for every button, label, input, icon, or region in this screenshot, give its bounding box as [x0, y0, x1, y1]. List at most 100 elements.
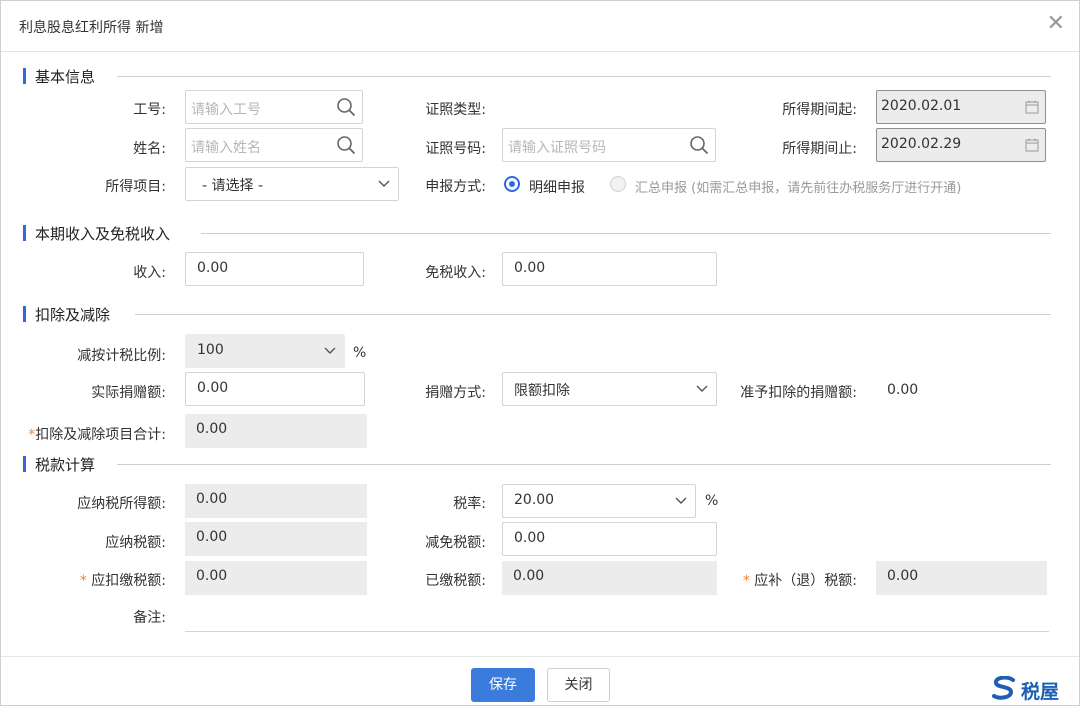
chevron-down-icon: [675, 497, 687, 504]
donation-method-label: 捐赠方式:: [425, 385, 486, 401]
period-end-label: 所得期间止:: [782, 141, 857, 157]
id-number-input[interactable]: 请输入证照号码: [502, 128, 716, 162]
tax-withheld-value: 0.00: [196, 568, 228, 584]
tax-due-label: * 应补（退）税额:: [721, 570, 857, 590]
required-marker: *: [79, 573, 87, 589]
tax-rate-label: 税率:: [453, 496, 486, 512]
close-button[interactable]: 关闭: [547, 668, 610, 702]
taxable-income-value: 0.00: [196, 491, 228, 507]
tax-ratio-select[interactable]: 100: [185, 334, 345, 368]
tax-ratio-value: 100: [197, 342, 224, 358]
tax-payable-value: 0.00: [196, 529, 228, 545]
deduction-total-label-text: 扣除及减除项目合计:: [35, 427, 166, 443]
tax-ratio-unit: %: [353, 345, 367, 361]
section-deduction: 扣除及减除: [23, 304, 1051, 324]
search-icon[interactable]: [336, 97, 356, 117]
section-divider: [135, 314, 1051, 315]
period-end-date[interactable]: 2020.02.29: [876, 128, 1046, 162]
income-item-label: 所得项目:: [105, 179, 166, 195]
section-title: 扣除及减除: [35, 306, 111, 324]
section-divider: [117, 76, 1051, 77]
section-basic-info: 基本信息: [23, 66, 1051, 86]
tax-rate-select[interactable]: 20.00: [502, 484, 696, 518]
calendar-icon[interactable]: [1025, 138, 1039, 152]
tax-free-income-label: 免税收入:: [425, 265, 486, 281]
tax-payable-field: 0.00: [185, 522, 367, 556]
actual-donation-input[interactable]: 0.00: [185, 372, 365, 406]
donation-method-select[interactable]: 限额扣除: [502, 372, 717, 406]
close-icon[interactable]: ✕: [1047, 11, 1065, 37]
tax-rate-value: 20.00: [514, 492, 555, 508]
name-input[interactable]: 请输入姓名: [185, 128, 363, 162]
section-title: 本期收入及免税收入: [35, 225, 171, 243]
chevron-down-icon: [324, 347, 336, 354]
period-end-value: 2020.02.29: [881, 136, 962, 152]
radio-detail-declare[interactable]: [504, 176, 520, 192]
dialog-title: 利息股息红利所得 新增: [19, 20, 164, 36]
section-title: 税款计算: [35, 456, 96, 474]
deduction-total-field: 0.00: [185, 414, 367, 448]
name-placeholder: 请输入姓名: [191, 140, 261, 156]
chevron-down-icon: [378, 180, 390, 187]
dialog-titlebar: 利息股息红利所得 新增 ✕: [1, 1, 1079, 52]
tax-reduction-value: 0.00: [514, 530, 546, 546]
actual-donation-label: 实际捐赠额:: [91, 385, 166, 401]
period-start-date[interactable]: 2020.02.01: [876, 90, 1046, 124]
footer-divider: [1, 656, 1079, 657]
employee-id-input[interactable]: 请输入工号: [185, 90, 363, 124]
radio-detail-label: 明细申报: [529, 180, 585, 196]
section-marker: [23, 225, 26, 241]
section-marker: [23, 456, 26, 472]
deduction-total-label: *扣除及减除项目合计:: [9, 424, 166, 444]
period-start-value: 2020.02.01: [881, 98, 962, 114]
section-divider: [117, 464, 1051, 465]
section-marker: [23, 68, 26, 84]
tax-paid-field: 0.00: [502, 561, 717, 595]
donation-method-value: 限额扣除: [514, 383, 570, 399]
tax-paid-value: 0.00: [513, 568, 545, 584]
allowed-donation-value: 0.00: [887, 382, 919, 398]
allowed-donation-label: 准予扣除的捐赠额:: [740, 385, 857, 401]
tax-due-field: 0.00: [876, 561, 1047, 595]
tax-due-value: 0.00: [887, 568, 919, 584]
income-value: 0.00: [197, 260, 229, 276]
calendar-icon[interactable]: [1025, 100, 1039, 114]
employee-id-label: 工号:: [133, 102, 166, 118]
employee-id-placeholder: 请输入工号: [191, 102, 261, 118]
save-button[interactable]: 保存: [471, 668, 535, 702]
declare-method-label: 申报方式:: [425, 179, 486, 195]
tax-free-income-input[interactable]: 0.00: [502, 252, 717, 286]
tax-withheld-label: * 应扣缴税额:: [41, 570, 166, 590]
search-icon[interactable]: [689, 135, 709, 155]
tax-ratio-label: 减按计税比例:: [77, 348, 166, 364]
radio-summary-label: 汇总申报 (如需汇总申报，请先前往办税服务厅进行开通): [635, 181, 962, 196]
search-icon[interactable]: [336, 135, 356, 155]
radio-summary-declare[interactable]: [610, 176, 626, 192]
watermark: 税屋: [991, 675, 1071, 703]
section-tax: 税款计算: [23, 454, 1051, 474]
tax-paid-label: 已缴税额:: [425, 573, 486, 589]
income-item-value: - 请选择 -: [202, 178, 264, 194]
tax-withheld-field: 0.00: [185, 561, 367, 595]
tax-payable-label: 应纳税额:: [105, 535, 166, 551]
section-title: 基本信息: [35, 68, 96, 86]
actual-donation-value: 0.00: [197, 380, 229, 396]
id-number-placeholder: 请输入证照号码: [508, 140, 606, 156]
section-divider: [201, 233, 1051, 234]
tax-free-income-value: 0.00: [514, 260, 546, 276]
remark-label: 备注:: [133, 610, 166, 626]
taxable-income-label: 应纳税所得额:: [77, 496, 166, 512]
section-marker: [23, 306, 26, 322]
income-item-select[interactable]: - 请选择 -: [185, 167, 399, 201]
taxable-income-field: 0.00: [185, 484, 367, 518]
tax-reduction-label: 减免税额:: [425, 535, 486, 551]
watermark-logo-icon: [992, 676, 1015, 700]
remark-input[interactable]: [185, 598, 1049, 632]
section-income: 本期收入及免税收入: [23, 223, 1051, 243]
tax-withheld-label-text: 应扣缴税额:: [91, 573, 166, 589]
tax-reduction-input[interactable]: 0.00: [502, 522, 717, 556]
deduction-total-value: 0.00: [196, 421, 228, 437]
required-marker: *: [742, 573, 750, 589]
tax-due-label-text: 应补（退）税额:: [754, 573, 857, 589]
income-input[interactable]: 0.00: [185, 252, 364, 286]
